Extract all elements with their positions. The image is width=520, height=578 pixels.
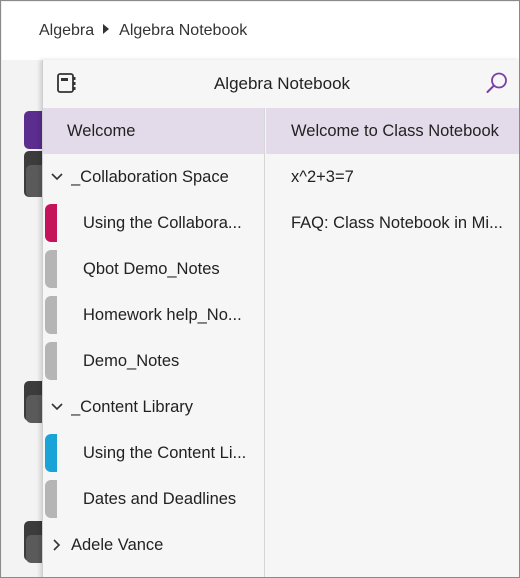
section-row[interactable]: Dates and Deadlines (43, 476, 264, 522)
page-list: Welcome to Class Notebook x^2+3=7 FAQ: Cla… (266, 108, 519, 577)
section-label: Homework help_No... (83, 305, 242, 324)
section-row[interactable]: Using the Collabora... (43, 200, 264, 246)
panel-header: Algebra Notebook (43, 60, 519, 108)
section-color-tab (45, 480, 57, 518)
section-group-label: Adele Vance (71, 535, 164, 554)
section-group-row[interactable]: Adele Vance (43, 522, 264, 568)
section-label: Dates and Deadlines (83, 489, 237, 508)
page-label: Welcome to Class Notebook (291, 121, 499, 140)
section-color-tab (45, 204, 57, 242)
section-label: Qbot Demo_Notes (83, 259, 220, 278)
section-label: Demo_Notes (83, 351, 180, 370)
breadcrumb-current[interactable]: Algebra Notebook (119, 22, 247, 40)
section-color-tab (45, 296, 57, 334)
notebook-panel: Algebra Notebook Welcome _Collaboration S… (42, 60, 519, 577)
section-row[interactable]: Welcome (43, 108, 264, 154)
page-label: FAQ: Class Notebook in Mi... (291, 213, 503, 232)
section-row[interactable]: Demo_Notes (43, 338, 264, 384)
section-label: Welcome (67, 121, 136, 140)
section-row[interactable]: Qbot Demo_Notes (43, 246, 264, 292)
breadcrumb-separator-icon (103, 24, 110, 34)
section-color-tab (45, 434, 57, 472)
search-icon[interactable] (485, 71, 509, 95)
panel-title: Algebra Notebook (213, 74, 351, 93)
section-row[interactable]: Using the Content Li... (43, 430, 264, 476)
section-group-label: _Content Library (71, 397, 193, 416)
breadcrumb-root[interactable]: Algebra (39, 22, 94, 40)
section-list: Welcome _Collaboration Space Using the Col… (43, 108, 265, 577)
section-row[interactable]: Homework help_No... (43, 292, 264, 338)
page-row[interactable]: FAQ: Class Notebook in Mi... (266, 200, 519, 246)
section-label: Using the Content Li... (83, 443, 247, 462)
chevron-down-icon[interactable] (47, 403, 67, 411)
page-label: x^2+3=7 (291, 167, 354, 186)
page-row[interactable]: Welcome to Class Notebook (266, 108, 519, 154)
section-group-label: _Collaboration Space (71, 167, 229, 186)
section-label: Using the Collabora... (83, 213, 242, 232)
notebook-icon[interactable] (55, 72, 77, 94)
page-row[interactable]: x^2+3=7 (266, 154, 519, 200)
notebook-spine-purple[interactable] (24, 111, 44, 149)
chevron-down-icon[interactable] (47, 173, 67, 181)
section-group-row[interactable]: _Content Library (43, 384, 264, 430)
chevron-right-icon[interactable] (47, 539, 67, 551)
breadcrumb: Algebra Algebra Notebook (2, 2, 519, 60)
section-group-row[interactable]: _Collaboration Space (43, 154, 264, 200)
section-color-tab (45, 250, 57, 288)
section-color-tab (45, 342, 57, 380)
app-frame: Algebra Algebra Notebook Algebra Noteboo… (0, 0, 520, 578)
